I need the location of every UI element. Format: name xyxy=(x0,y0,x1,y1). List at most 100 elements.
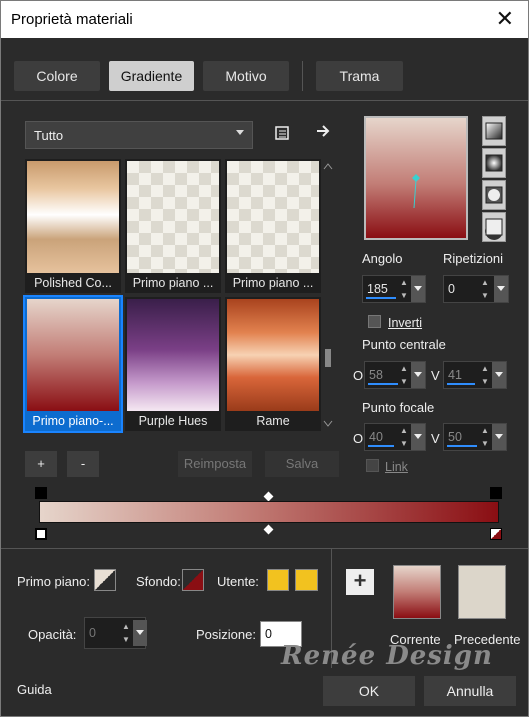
top-midpoint-marker[interactable] xyxy=(263,491,274,502)
category-dropdown[interactable]: Tutto xyxy=(25,121,253,149)
user-swatch-2[interactable] xyxy=(295,569,318,591)
library-scrollbar[interactable] xyxy=(321,159,335,431)
spin-arrows-icon[interactable]: ▲ ▼ xyxy=(397,362,411,388)
window-title: Proprietà materiali xyxy=(11,11,133,28)
repeat-value: 0 xyxy=(448,282,455,296)
remove-gradient-button[interactable]: - xyxy=(67,451,99,477)
focal-v-stepper[interactable]: 50 ▲ ▼ xyxy=(443,423,507,451)
watermark-logo: Renée Design xyxy=(281,641,493,671)
focal-o-stepper[interactable]: 40 ▲ ▼ xyxy=(364,423,426,451)
focal-v-bar xyxy=(447,445,477,447)
center-o-label: O xyxy=(353,368,364,383)
center-o-value: 58 xyxy=(369,368,383,382)
bottom-midpoint-marker[interactable] xyxy=(263,524,274,535)
tab-colore[interactable]: Colore xyxy=(14,61,100,91)
center-v-label: V xyxy=(431,368,440,383)
reset-button[interactable]: Reimposta xyxy=(178,451,252,477)
invert-checkbox[interactable] xyxy=(368,315,381,328)
background-swatch[interactable] xyxy=(182,569,204,591)
ok-button[interactable]: OK xyxy=(323,676,415,706)
link-checkbox[interactable] xyxy=(366,459,379,472)
spin-arrows-icon[interactable]: ▲ ▼ xyxy=(478,424,492,450)
tab-trama[interactable]: Trama xyxy=(316,61,403,91)
previous-swatch[interactable] xyxy=(458,565,506,619)
gradient-preview[interactable] xyxy=(364,116,468,240)
current-swatch[interactable] xyxy=(393,565,441,619)
title-bar: Proprietà materiali ✕ xyxy=(1,1,528,38)
dropdown-button[interactable] xyxy=(133,620,147,646)
opacity-label: Opacità: xyxy=(28,627,77,642)
background-label: Sfondo: xyxy=(136,574,181,589)
spin-arrows-icon[interactable]: ▲ ▼ xyxy=(119,620,133,646)
dropdown-button[interactable] xyxy=(411,362,425,388)
focal-o-value: 40 xyxy=(369,430,383,444)
angle-label: Angolo xyxy=(362,251,403,266)
radial-style-icon[interactable] xyxy=(482,212,506,242)
spin-arrows-icon[interactable]: ▲ ▼ xyxy=(397,276,411,302)
add-gradient-button[interactable]: + xyxy=(25,451,57,477)
gradient-swatch xyxy=(27,299,119,411)
list-item[interactable]: Primo piano ... xyxy=(125,159,221,293)
list-item-label: Purple Hues xyxy=(138,414,208,428)
top-right-stop-marker[interactable] xyxy=(490,487,502,499)
gradient-panel: Tutto Polished Co... Primo piano ... Pri… xyxy=(1,102,528,547)
list-item-selected[interactable]: Primo piano-... xyxy=(23,295,123,433)
user-label: Utente: xyxy=(217,574,259,589)
opacity-stepper[interactable]: 0 ▲ ▼ xyxy=(84,617,147,649)
gradient-swatch xyxy=(127,161,219,273)
cancel-button[interactable]: Annulla xyxy=(424,676,516,706)
angle-stepper[interactable]: 185 ▲ ▼ xyxy=(362,275,426,303)
sunburst-style-icon[interactable] xyxy=(482,180,506,210)
linear-style-icon[interactable] xyxy=(482,116,506,146)
list-item[interactable]: Primo piano ... xyxy=(225,159,321,293)
angle-bar xyxy=(366,297,396,299)
spin-arrows-icon[interactable]: ▲ ▼ xyxy=(478,362,492,388)
center-v-bar xyxy=(447,383,475,385)
gradient-library: Polished Co... Primo piano ... Primo pia… xyxy=(23,159,321,433)
help-link[interactable]: Guida xyxy=(17,682,52,697)
center-v-stepper[interactable]: 41 ▲ ▼ xyxy=(443,361,507,389)
list-item[interactable]: Polished Co... xyxy=(25,159,121,293)
focal-o-label: O xyxy=(353,431,364,446)
scrollbar-thumb[interactable] xyxy=(325,349,331,367)
spin-arrows-icon[interactable]: ▲ ▼ xyxy=(397,424,411,450)
library-menu-icon[interactable] xyxy=(272,125,292,145)
center-point-label: Punto centrale xyxy=(362,337,446,352)
save-button[interactable]: Salva xyxy=(265,451,339,477)
list-item[interactable]: Rame xyxy=(225,297,321,431)
focal-v-value: 50 xyxy=(448,430,462,444)
dropdown-button[interactable] xyxy=(492,424,506,450)
arrow-right-icon[interactable] xyxy=(313,123,333,143)
dropdown-button[interactable] xyxy=(494,276,508,302)
list-item-label: Polished Co... xyxy=(34,276,112,290)
end-color-stop[interactable] xyxy=(490,528,502,540)
add-color-button[interactable]: + xyxy=(346,569,374,595)
chevron-down-icon xyxy=(236,130,244,135)
repeat-stepper[interactable]: 0 ▲ ▼ xyxy=(443,275,509,303)
top-left-stop-marker[interactable] xyxy=(35,487,47,499)
gradient-editor-bar[interactable] xyxy=(39,501,499,523)
dropdown-button[interactable] xyxy=(492,362,506,388)
category-value: Tutto xyxy=(34,128,64,143)
center-o-stepper[interactable]: 58 ▲ ▼ xyxy=(364,361,426,389)
rectangular-style-icon[interactable] xyxy=(482,148,506,178)
invert-label: Inverti xyxy=(388,316,423,330)
foreground-swatch[interactable] xyxy=(94,569,116,591)
list-item-label: Primo piano ... xyxy=(132,276,214,290)
user-swatch[interactable] xyxy=(267,569,289,591)
close-icon[interactable]: ✕ xyxy=(496,6,514,32)
dropdown-button[interactable] xyxy=(411,424,425,450)
position-value: 0 xyxy=(265,627,272,641)
dropdown-button[interactable] xyxy=(411,276,425,302)
tab-motivo[interactable]: Motivo xyxy=(203,61,289,91)
materials-dialog: Proprietà materiali ✕ Colore Gradiente M… xyxy=(0,0,529,717)
focal-v-label: V xyxy=(431,431,440,446)
center-o-bar xyxy=(368,383,398,385)
gradient-swatch xyxy=(227,161,319,273)
list-item-label: Primo piano ... xyxy=(232,276,314,290)
start-color-stop[interactable] xyxy=(35,528,47,540)
tab-gradiente[interactable]: Gradiente xyxy=(109,61,194,91)
list-item[interactable]: Purple Hues xyxy=(125,297,221,431)
spin-arrows-icon[interactable]: ▲ ▼ xyxy=(478,276,492,302)
repeat-label: Ripetizioni xyxy=(443,251,503,266)
